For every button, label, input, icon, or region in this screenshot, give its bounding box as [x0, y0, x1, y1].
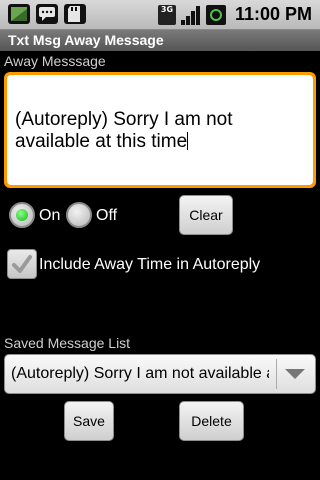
notification-icons	[8, 4, 86, 24]
system-icons: 3G 11:00 PM	[157, 4, 312, 25]
saved-message-list-label: Saved Message List	[4, 335, 131, 351]
status-bar: 3G 11:00 PM	[0, 0, 320, 30]
include-away-time-checkbox[interactable]	[7, 249, 37, 279]
radio-on[interactable]	[9, 202, 35, 228]
radio-off-label[interactable]: Off	[96, 207, 117, 225]
sd-card-icon	[64, 4, 86, 24]
delete-button[interactable]: Delete	[179, 401, 244, 441]
away-message-label: Away Messsage	[4, 53, 106, 69]
network-3g-icon: 3G	[157, 4, 176, 25]
away-message-text: (Autoreply) Sorry I am not available at …	[15, 109, 233, 152]
clear-button[interactable]: Clear	[179, 195, 233, 235]
signal-icon	[180, 5, 201, 25]
away-message-field-frame[interactable]: (Autoreply) Sorry I am not available at …	[4, 72, 316, 188]
app-title: Txt Msg Away Message	[0, 30, 320, 51]
saved-message-selected: (Autoreply) Sorry I am not available at …	[11, 365, 269, 382]
battery-icon	[205, 4, 226, 25]
chevron-down-icon[interactable]	[285, 369, 305, 379]
checkmark-icon	[12, 255, 32, 273]
saved-message-spinner[interactable]: (Autoreply) Sorry I am not available at …	[4, 354, 316, 394]
text-cursor	[187, 132, 189, 150]
radio-off[interactable]	[66, 202, 92, 228]
chat-bubble-icon	[36, 4, 58, 24]
android-icon	[8, 4, 30, 24]
status-time: 11:00 PM	[234, 4, 312, 24]
radio-on-label[interactable]: On	[39, 207, 60, 225]
save-button[interactable]: Save	[64, 401, 114, 441]
away-message-field[interactable]: (Autoreply) Sorry I am not available at …	[7, 75, 313, 185]
spinner-divider	[276, 359, 277, 389]
include-away-time-label[interactable]: Include Away Time in Autoreply	[39, 256, 260, 274]
